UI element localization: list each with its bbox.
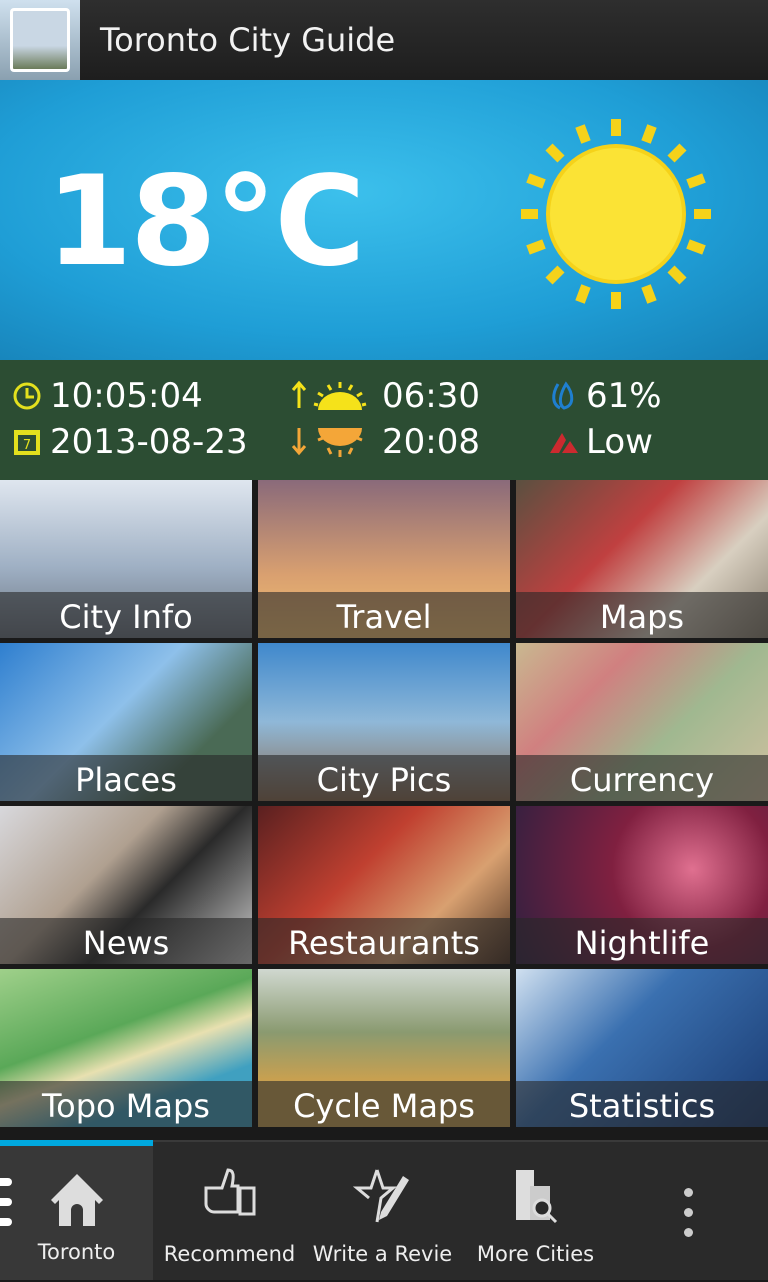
tile-statistics[interactable]: Statistics	[516, 969, 768, 1127]
title-bar: Toronto City Guide	[0, 0, 768, 80]
write-review-button[interactable]: Write a Revie	[306, 1142, 459, 1282]
tile-nightlife[interactable]: Nightlife	[516, 806, 768, 964]
tab-label: Write a Revie	[312, 1242, 453, 1266]
tab-toronto[interactable]: Toronto	[0, 1140, 153, 1280]
tile-topo-maps[interactable]: Topo Maps	[0, 969, 252, 1127]
star-pen-icon	[352, 1169, 409, 1223]
tile-restaurants[interactable]: Restaurants	[258, 806, 510, 964]
city-search-icon	[515, 1170, 557, 1224]
city-building-icon	[0, 0, 80, 80]
tile-label: City Info	[0, 592, 252, 638]
date-row: 7 2013-08-23	[12, 422, 248, 462]
tile-city-pics[interactable]: City Pics	[258, 643, 510, 801]
sunrise-row: 06:30	[290, 376, 480, 416]
action-bar: Toronto Recommend Write a Revie More Cit…	[0, 1140, 768, 1280]
tile-label: Maps	[516, 592, 768, 638]
weather-details: 10:05:04 7 2013-08-23 06:30 20:08 61% Lo…	[0, 360, 768, 480]
tile-label: Topo Maps	[0, 1081, 252, 1127]
tile-maps[interactable]: Maps	[516, 480, 768, 638]
uv-value: Low	[586, 422, 653, 462]
current-date: 2013-08-23	[50, 422, 248, 462]
weather-panel: 18°C	[0, 80, 768, 360]
more-vertical-icon[interactable]	[684, 1188, 693, 1237]
tab-label: Toronto	[37, 1240, 116, 1264]
tile-label: Statistics	[516, 1081, 768, 1127]
temperature: 18°C	[46, 150, 366, 294]
tile-label: Places	[0, 755, 252, 801]
humidity-row: 61%	[550, 376, 662, 416]
recommend-button[interactable]: Recommend	[153, 1142, 306, 1282]
tile-city-info[interactable]: City Info	[0, 480, 252, 638]
tile-cycle-maps[interactable]: Cycle Maps	[258, 969, 510, 1127]
more-cities-button[interactable]: More Cities	[459, 1142, 612, 1282]
tile-label: Cycle Maps	[258, 1081, 510, 1127]
uv-row: Low	[550, 422, 653, 462]
tile-label: Travel	[258, 592, 510, 638]
current-time: 10:05:04	[50, 376, 203, 416]
sunset-icon	[291, 428, 363, 457]
tile-travel[interactable]: Travel	[258, 480, 510, 638]
svg-text:7: 7	[23, 438, 31, 453]
tile-label: Restaurants	[258, 918, 510, 964]
tile-label: Nightlife	[516, 918, 768, 964]
thumbs-up-icon	[204, 1168, 255, 1216]
tile-label: Currency	[516, 755, 768, 801]
calendar-icon: 7	[14, 430, 40, 455]
tile-news[interactable]: News	[0, 806, 252, 964]
humidity-value: 61%	[586, 376, 662, 416]
sunset-time: 20:08	[382, 422, 480, 462]
sunrise-time: 06:30	[382, 376, 480, 416]
tab-label: More Cities	[476, 1242, 595, 1266]
time-row: 10:05:04	[12, 376, 203, 416]
clock-icon	[13, 382, 41, 410]
tile-label: City Pics	[258, 755, 510, 801]
tile-currency[interactable]: Currency	[516, 643, 768, 801]
home-icon	[50, 1174, 103, 1226]
tile-label: News	[0, 918, 252, 964]
uv-index-icon	[550, 433, 578, 453]
tab-label: Recommend	[163, 1242, 296, 1266]
sunrise-icon	[291, 380, 367, 410]
humidity-icon	[552, 381, 574, 410]
sun-icon	[521, 119, 711, 309]
side-menu-handle[interactable]	[0, 1178, 12, 1226]
sunset-row: 20:08	[290, 422, 480, 462]
tile-places[interactable]: Places	[0, 643, 252, 801]
app-title: Toronto City Guide	[100, 21, 396, 59]
